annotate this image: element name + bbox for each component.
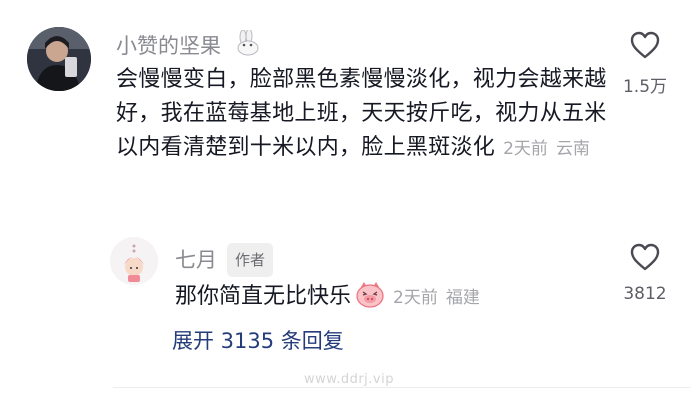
comment-username-text[interactable]: 小赞的坚果 xyxy=(116,34,221,58)
comment-body: 会慢慢变白，脸部黑色素慢慢淡化，视力会越来越好，我在蓝莓基地上班，天天按斤吃，视… xyxy=(116,63,621,166)
reply-like-count: 3812 xyxy=(623,284,667,304)
comment-time: 2天前 xyxy=(503,139,548,159)
reply-avatar[interactable] xyxy=(110,237,158,285)
expand-replies-button[interactable]: 展开 3135 条回复 xyxy=(172,326,344,356)
heart-icon xyxy=(630,31,660,59)
reply-username[interactable]: 七月 xyxy=(175,248,217,272)
comment-like-count: 1.5万 xyxy=(622,77,668,97)
comment-like-button[interactable]: 1.5万 xyxy=(615,30,675,97)
reply-avatar-cartoon xyxy=(110,237,158,285)
rabbit-icon xyxy=(234,28,262,63)
reply-text: 那你简直无比快乐 xyxy=(175,284,352,309)
author-badge: 作者 xyxy=(227,243,274,277)
reply-body: 那你简直无比快乐 2天前 福建 xyxy=(175,281,480,319)
reply-like-button[interactable]: 3812 xyxy=(615,242,675,304)
pig-emoji-icon xyxy=(355,281,385,319)
watermark: www.ddrj.vip xyxy=(304,372,394,387)
divider xyxy=(113,387,690,388)
comment-meta: 2天前 云南 xyxy=(503,139,590,159)
reply-username-row: 七月 作者 xyxy=(175,243,274,277)
avatar-photo xyxy=(27,27,91,91)
reply-meta: 2天前 福建 xyxy=(393,288,480,308)
comment-location: 云南 xyxy=(555,139,590,159)
comment-username[interactable]: 小赞的坚果 xyxy=(116,28,262,63)
avatar[interactable] xyxy=(27,27,91,91)
heart-icon xyxy=(630,243,660,271)
reply-location: 福建 xyxy=(445,288,480,308)
reply-time: 2天前 xyxy=(393,288,438,308)
